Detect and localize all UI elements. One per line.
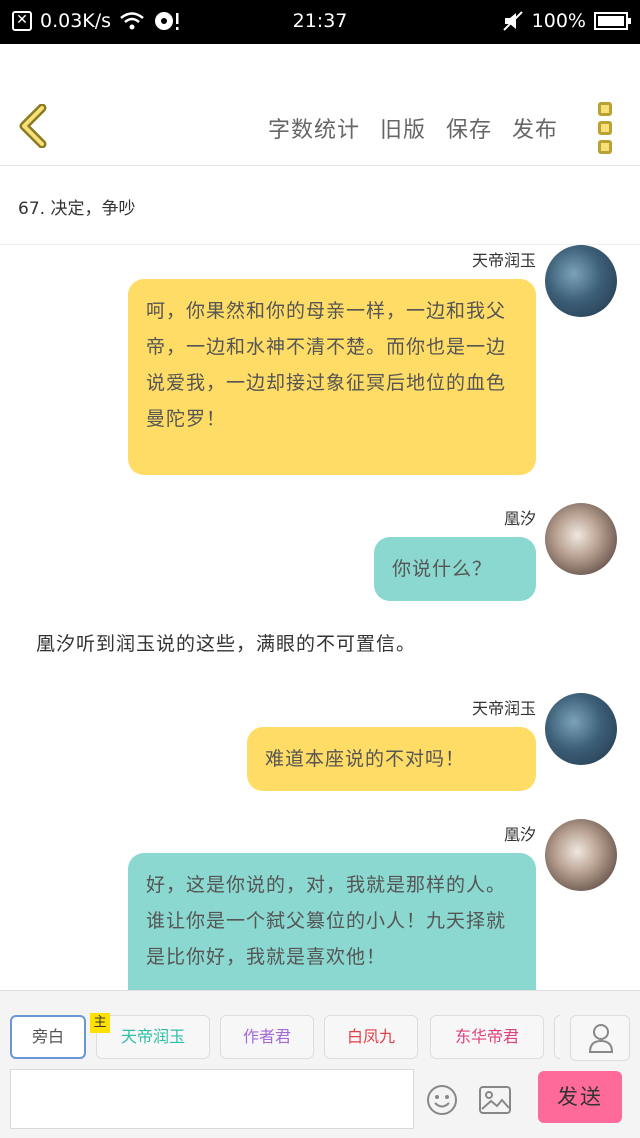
chip-narrator[interactable]: 旁白 — [10, 1015, 86, 1059]
avatar[interactable] — [545, 693, 617, 765]
old-version-button[interactable]: 旧版 — [380, 112, 426, 144]
back-icon[interactable] — [14, 104, 54, 148]
message-bubble[interactable]: 你说什么？ — [374, 537, 536, 601]
chip-author[interactable]: 作者君 — [220, 1015, 314, 1059]
more-menu-icon[interactable] — [598, 102, 614, 154]
image-icon[interactable] — [478, 1084, 512, 1116]
narration-text[interactable]: 凰汐听到润玉说的这些，满眼的不可置信。 — [36, 629, 416, 656]
word-count-button[interactable]: 字数统计 — [268, 112, 360, 144]
status-bar: ✕ 0.03K/s 21:37 100% — [0, 0, 640, 44]
chapter-title: 67. 决定，争吵 — [18, 199, 136, 219]
avatar[interactable] — [545, 819, 617, 891]
speaker-name: 天帝润玉 — [471, 251, 536, 270]
chip-donghua-dijun[interactable]: 东华帝君 — [430, 1015, 544, 1059]
chip-more[interactable] — [554, 1015, 560, 1059]
battery-level: 100% — [531, 10, 586, 32]
send-button[interactable]: 发送 — [538, 1071, 622, 1123]
message-bubble[interactable]: 好，这是你说的，对，我就是那样的人。谁让你是一个弑父篡位的小人！九天择就是比你好… — [128, 853, 536, 990]
emoji-icon[interactable] — [426, 1084, 458, 1116]
add-character-button[interactable] — [570, 1015, 630, 1061]
speaker-name: 凰汐 — [503, 825, 536, 844]
save-button[interactable]: 保存 — [446, 112, 492, 144]
user-icon — [588, 1024, 614, 1053]
chat-area[interactable]: 天帝润玉 呵，你果然和你的母亲一样，一边和我父帝，一边和水神不清不楚。而你也是一… — [0, 245, 640, 990]
protagonist-badge: 主 — [90, 1013, 110, 1033]
composer: 旁白 天帝润玉 作者君 白凤九 东华帝君 主 发送 — [0, 990, 640, 1138]
message-input[interactable] — [10, 1069, 414, 1129]
message-bubble[interactable]: 呵，你果然和你的母亲一样，一边和我父帝，一边和水神不清不楚。而你也是一边说爱我，… — [128, 279, 536, 475]
publish-button[interactable]: 发布 — [512, 112, 558, 144]
chip-tiandi-runyu[interactable]: 天帝润玉 — [96, 1015, 210, 1059]
speaker-name: 天帝润玉 — [471, 699, 536, 718]
message-bubble[interactable]: 难道本座说的不对吗！ — [247, 727, 536, 791]
mute-icon — [502, 11, 523, 31]
speaker-name: 凰汐 — [503, 509, 536, 528]
battery-icon — [594, 12, 631, 30]
avatar[interactable] — [545, 245, 617, 317]
chip-bai-fengjiu[interactable]: 白凤九 — [324, 1015, 418, 1059]
avatar[interactable] — [545, 503, 617, 575]
toolbar: 字数统计 旧版 保存 发布 — [0, 44, 640, 166]
